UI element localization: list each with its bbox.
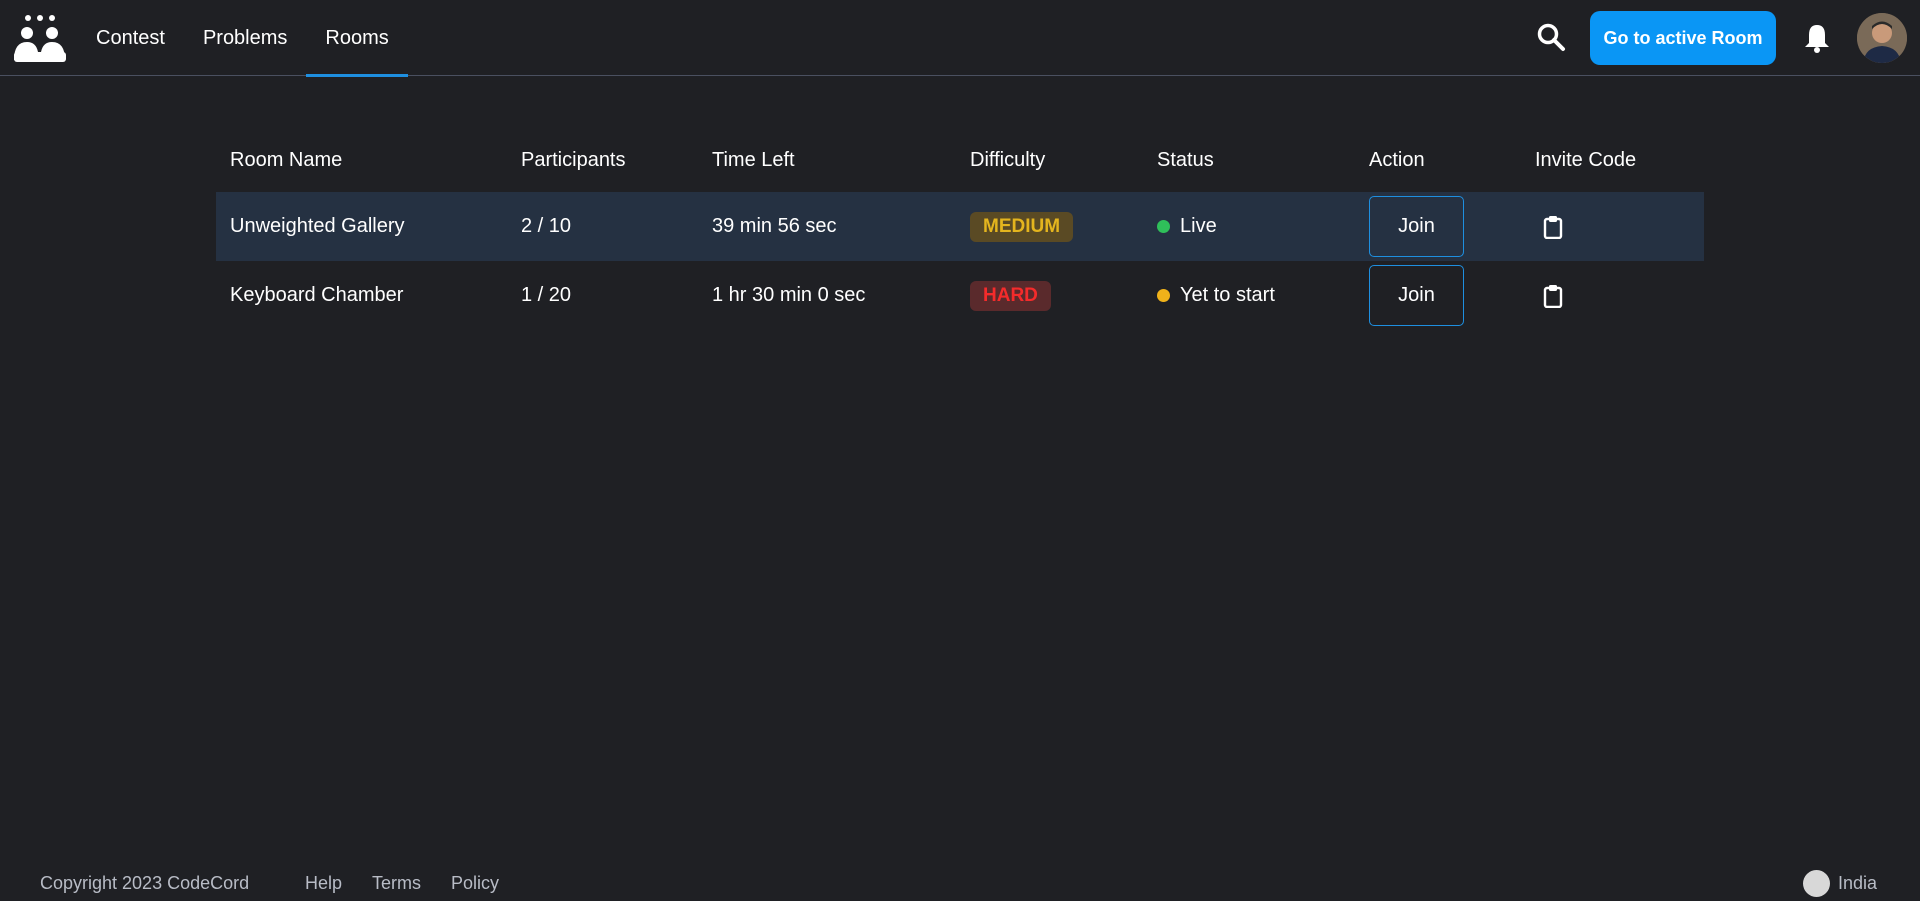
footer-link-terms[interactable]: Terms <box>372 873 421 894</box>
region-label[interactable]: India <box>1838 873 1877 894</box>
go-to-active-room-button[interactable]: Go to active Room <box>1590 11 1776 65</box>
room-time-left: 1 hr 30 min 0 sec <box>712 284 866 306</box>
clipboard-icon[interactable] <box>1543 284 1563 308</box>
main-nav: Contest Problems Rooms <box>77 0 409 77</box>
invite-cell <box>1521 215 1704 239</box>
status-label: Live <box>1180 215 1217 237</box>
difficulty-cell: HARD <box>956 280 1143 311</box>
room-name: Unweighted Gallery <box>230 215 405 237</box>
action-cell: Join <box>1355 196 1521 257</box>
difficulty-badge: HARD <box>970 280 1051 311</box>
header-action: Action <box>1369 148 1425 171</box>
clipboard-icon[interactable] <box>1543 215 1563 239</box>
footer-link-help[interactable]: Help <box>305 873 342 894</box>
header-status: Status <box>1157 148 1214 171</box>
room-time-left: 39 min 56 sec <box>712 215 837 237</box>
room-participants: 1 / 20 <box>521 284 572 306</box>
nav-problems[interactable]: Problems <box>184 0 306 76</box>
bell-icon[interactable] <box>1802 22 1832 54</box>
nav-contest[interactable]: Contest <box>77 0 184 76</box>
join-button[interactable]: Join <box>1369 265 1464 326</box>
nav-rooms[interactable]: Rooms <box>306 0 409 77</box>
header-difficulty: Difficulty <box>970 148 1046 171</box>
table-row: Unweighted Gallery 2 / 10 39 min 56 sec … <box>216 192 1704 261</box>
difficulty-cell: MEDIUM <box>956 211 1143 242</box>
avatar-image-icon <box>1857 13 1907 63</box>
search-icon[interactable] <box>1536 22 1566 52</box>
rooms-table: Room Name Participants Time Left Difficu… <box>216 128 1704 330</box>
codecord-logo-icon[interactable] <box>14 14 66 62</box>
room-name: Keyboard Chamber <box>230 284 404 306</box>
copyright-text: Copyright 2023 CodeCord <box>40 873 250 893</box>
footer: Copyright 2023 CodeCord Help Terms Polic… <box>0 860 1920 901</box>
invite-cell <box>1521 284 1704 308</box>
join-button[interactable]: Join <box>1369 196 1464 257</box>
room-participants: 2 / 10 <box>521 215 572 237</box>
status-label: Yet to start <box>1180 284 1275 306</box>
status-cell: Live <box>1143 215 1355 238</box>
header-room-name: Room Name <box>230 148 343 171</box>
table-header-row: Room Name Participants Time Left Difficu… <box>216 128 1704 192</box>
difficulty-badge: MEDIUM <box>970 211 1074 242</box>
user-avatar[interactable] <box>1857 13 1907 63</box>
header-participants: Participants <box>521 148 626 171</box>
header-time-left: Time Left <box>712 148 795 171</box>
globe-icon[interactable] <box>1803 870 1830 897</box>
table-row: Keyboard Chamber 1 / 20 1 hr 30 min 0 se… <box>216 261 1704 330</box>
status-dot-icon <box>1157 220 1170 233</box>
status-dot-icon <box>1157 289 1170 302</box>
top-navbar: Contest Problems Rooms Go to active Room <box>0 0 1920 77</box>
action-cell: Join <box>1355 265 1521 326</box>
status-cell: Yet to start <box>1143 284 1355 307</box>
header-invite-code: Invite Code <box>1535 148 1637 171</box>
footer-link-policy[interactable]: Policy <box>451 873 499 894</box>
